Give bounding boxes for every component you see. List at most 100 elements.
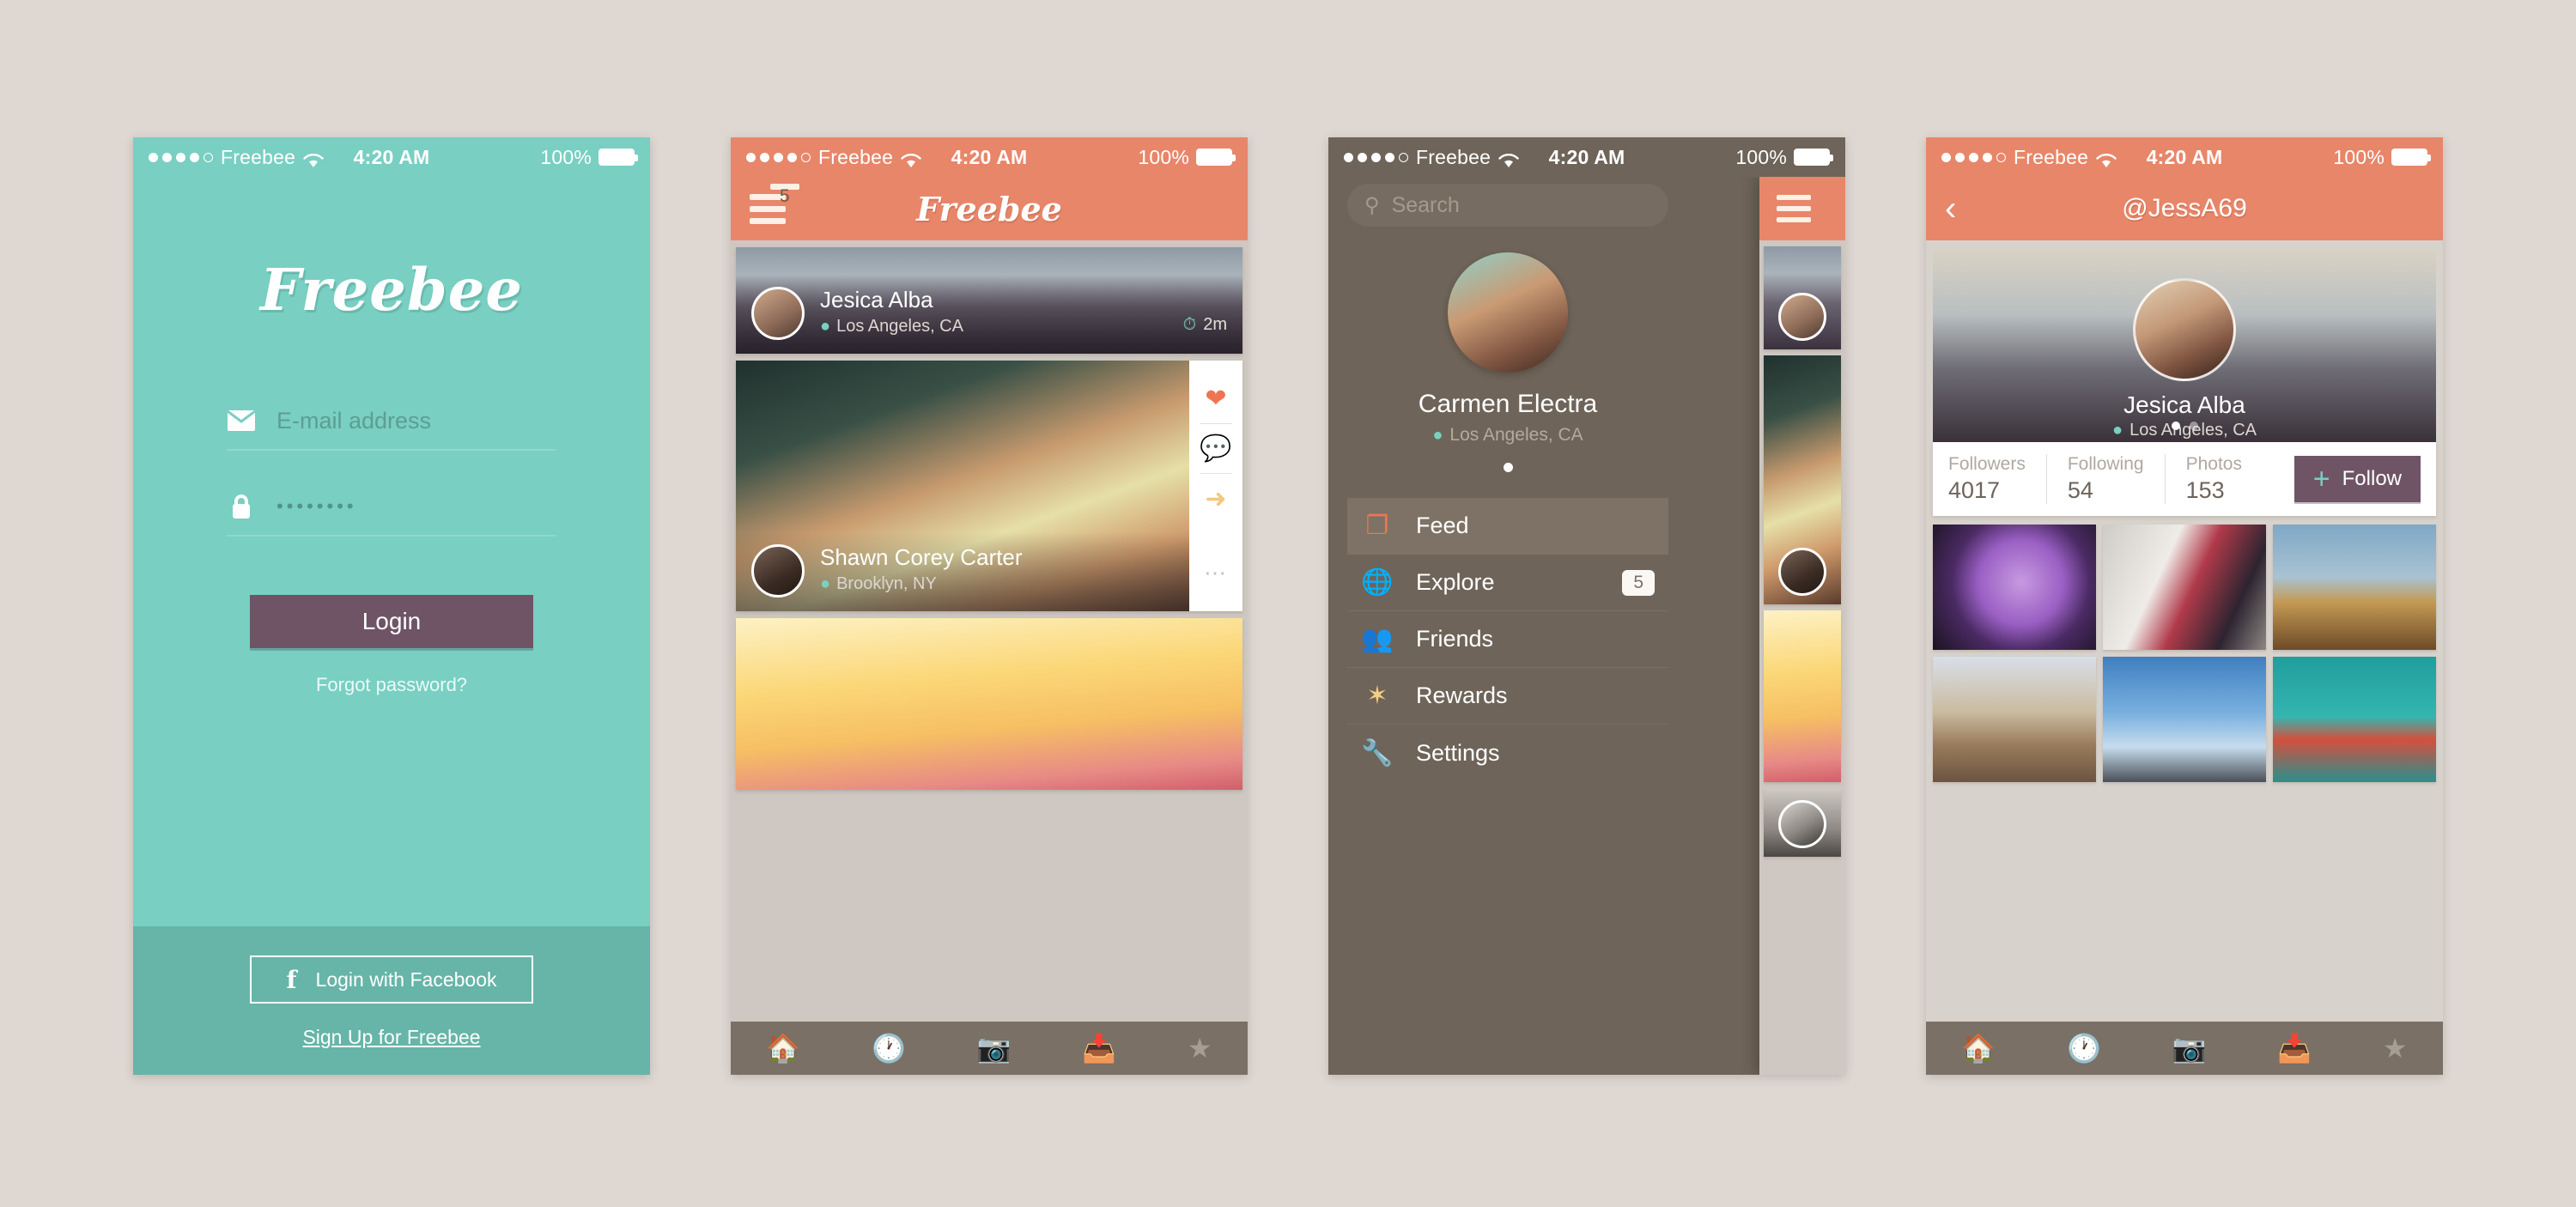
menu-item-friends[interactable]: 👥 Friends xyxy=(1347,611,1668,668)
comment-icon[interactable]: 💬 xyxy=(1200,424,1232,474)
avatar[interactable] xyxy=(751,287,805,340)
carrier-label: Freebee xyxy=(818,145,894,168)
search-placeholder: Search xyxy=(1391,192,1460,217)
tab-camera[interactable]: 📷 xyxy=(2172,1032,2207,1064)
location-pin-icon: ● xyxy=(820,317,831,336)
page-title: Freebee xyxy=(916,189,1062,228)
login-button[interactable]: Login xyxy=(250,595,533,648)
password-field[interactable]: •••••••• xyxy=(227,492,556,537)
feed-post[interactable]: Jesica Alba ● Los Angeles, CA ⏱ 2m xyxy=(736,247,1242,354)
more-dots-icon[interactable]: ⋯ xyxy=(1204,548,1228,597)
menu-list: ❐ Feed 🌐 Explore 5 👥 Friends ✶ Rewards 🔧… xyxy=(1347,498,1668,781)
menu-item-label: Rewards xyxy=(1416,682,1508,708)
peek-post[interactable] xyxy=(1764,246,1841,349)
tab-star[interactable]: ★ xyxy=(2383,1032,2408,1064)
feed-post[interactable] xyxy=(736,618,1242,790)
stat-photos[interactable]: Photos 153 xyxy=(2186,454,2263,504)
forgot-password-link[interactable]: Forgot password? xyxy=(316,674,467,696)
page-title: @JessA69 xyxy=(2122,194,2247,222)
tab-home[interactable]: 🏠 xyxy=(766,1032,800,1064)
hamburger-icon[interactable] xyxy=(1777,189,1811,228)
wifi-icon xyxy=(2096,150,2117,167)
avatar xyxy=(1778,548,1826,596)
menu-item-explore[interactable]: 🌐 Explore 5 xyxy=(1347,555,1668,611)
stat-following[interactable]: Following 54 xyxy=(2068,454,2166,504)
facebook-login-button[interactable]: f Login with Facebook xyxy=(250,955,533,1004)
email-field[interactable]: E-mail address xyxy=(227,406,556,451)
explore-badge: 5 xyxy=(1622,569,1655,596)
profile-location: ● Los Angeles, CA xyxy=(1432,425,1583,446)
share-arrow-icon[interactable]: ➜ xyxy=(1205,474,1226,524)
carrier-label: Freebee xyxy=(221,145,296,168)
menu-item-label: Settings xyxy=(1416,739,1500,766)
menu-pane: ⚲ Search Carmen Electra ● Los Angeles, C… xyxy=(1328,184,1687,781)
red-tricycle-photo[interactable] xyxy=(2103,525,2266,650)
stat-followers[interactable]: Followers 4017 xyxy=(1948,454,2047,504)
feed-list[interactable]: Jesica Alba ● Los Angeles, CA ⏱ 2m ❤ 💬 ➜… xyxy=(731,240,1248,1022)
wifi-icon xyxy=(901,150,921,167)
avatar[interactable] xyxy=(1448,252,1568,373)
post-time-label: 2m xyxy=(1203,315,1227,334)
golden-hills-photo[interactable] xyxy=(2273,525,2436,650)
battery-percent-label: 100% xyxy=(1735,145,1787,168)
profile-location-label: Los Angeles, CA xyxy=(1449,425,1583,445)
feed-peek-pane[interactable] xyxy=(1759,177,1845,1075)
peek-post[interactable] xyxy=(1764,610,1841,782)
avatar[interactable] xyxy=(2133,278,2236,381)
tab-inbox[interactable]: 📥 xyxy=(2277,1032,2312,1064)
wrench-icon: 🔧 xyxy=(1361,738,1394,767)
signup-link[interactable]: Sign Up for Freebee xyxy=(302,1026,480,1049)
menu-item-feed[interactable]: ❐ Feed xyxy=(1347,498,1668,555)
burst-icon: ✶ xyxy=(1366,682,1388,710)
red-boat-photo[interactable] xyxy=(2273,657,2436,782)
tab-clock[interactable]: 🕐 xyxy=(2067,1032,2101,1064)
battery-percent-label: 100% xyxy=(2333,145,2385,168)
signal-dots-icon xyxy=(1941,152,2006,162)
avatar xyxy=(1778,800,1826,848)
city-skyline-photo[interactable] xyxy=(2103,657,2266,782)
people-icon: 👥 xyxy=(1361,625,1394,653)
post-location-label: Los Angeles, CA xyxy=(836,317,963,336)
purple-flower-photo[interactable] xyxy=(1933,525,2096,650)
feed-post[interactable]: ❤ 💬 ➜ ⋯ Shawn Corey Carter ● Brooklyn, N… xyxy=(736,361,1242,611)
tab-clock[interactable]: 🕐 xyxy=(872,1032,906,1064)
post-location-label: Brooklyn, NY xyxy=(836,574,937,593)
email-placeholder: E-mail address xyxy=(276,407,432,434)
status-bar: Freebee 4:20 AM 100% xyxy=(731,137,1248,177)
battery-percent-label: 100% xyxy=(540,145,592,168)
coastal-railway-photo[interactable] xyxy=(1933,657,2096,782)
peek-navbar xyxy=(1759,177,1845,240)
menu-item-settings[interactable]: 🔧 Settings xyxy=(1347,725,1668,781)
post-author: Jesica Alba xyxy=(820,287,933,313)
menu-profile: Carmen Electra ● Los Angeles, CA xyxy=(1347,252,1668,472)
tab-camera[interactable]: 📷 xyxy=(977,1032,1012,1064)
post-location: ● Los Angeles, CA xyxy=(820,317,963,337)
tab-inbox[interactable]: 📥 xyxy=(1082,1032,1116,1064)
lock-icon xyxy=(227,492,256,521)
menu-item-rewards[interactable]: ✶ Rewards xyxy=(1347,668,1668,725)
heart-icon[interactable]: ❤ xyxy=(1200,374,1232,424)
signal-dots-icon xyxy=(149,152,213,162)
follow-button[interactable]: + Follow xyxy=(2293,456,2421,502)
page-dots[interactable] xyxy=(1933,422,2436,430)
search-input[interactable]: ⚲ Search xyxy=(1347,184,1668,227)
tab-home[interactable]: 🏠 xyxy=(1961,1032,1996,1064)
profile-hero: Jesica Alba ● Los Angeles, CA xyxy=(1933,249,2436,442)
tab-star[interactable]: ★ xyxy=(1188,1032,1212,1064)
battery-percent-label: 100% xyxy=(1138,145,1189,168)
avatar[interactable] xyxy=(751,544,805,597)
screen-feed: Freebee 4:20 AM 100% 5 Freebee xyxy=(731,137,1248,1075)
wifi-icon xyxy=(1498,150,1519,167)
peek-post[interactable] xyxy=(1764,788,1841,857)
login-form: E-mail address •••••••• xyxy=(227,406,556,537)
stat-value: 54 xyxy=(2067,477,2093,503)
status-bar: Freebee 4:20 AM 100% xyxy=(1926,137,2443,177)
hamburger-icon[interactable]: 5 xyxy=(750,183,799,230)
location-pin-icon: ● xyxy=(820,574,831,593)
raspberries-photo xyxy=(736,618,1242,790)
peek-post[interactable] xyxy=(1764,355,1841,604)
page-dots xyxy=(1503,463,1513,472)
chevron-left-icon[interactable]: ‹ xyxy=(1945,191,1956,226)
globe-icon: 🌐 xyxy=(1361,568,1394,597)
battery-icon xyxy=(1794,149,1833,166)
